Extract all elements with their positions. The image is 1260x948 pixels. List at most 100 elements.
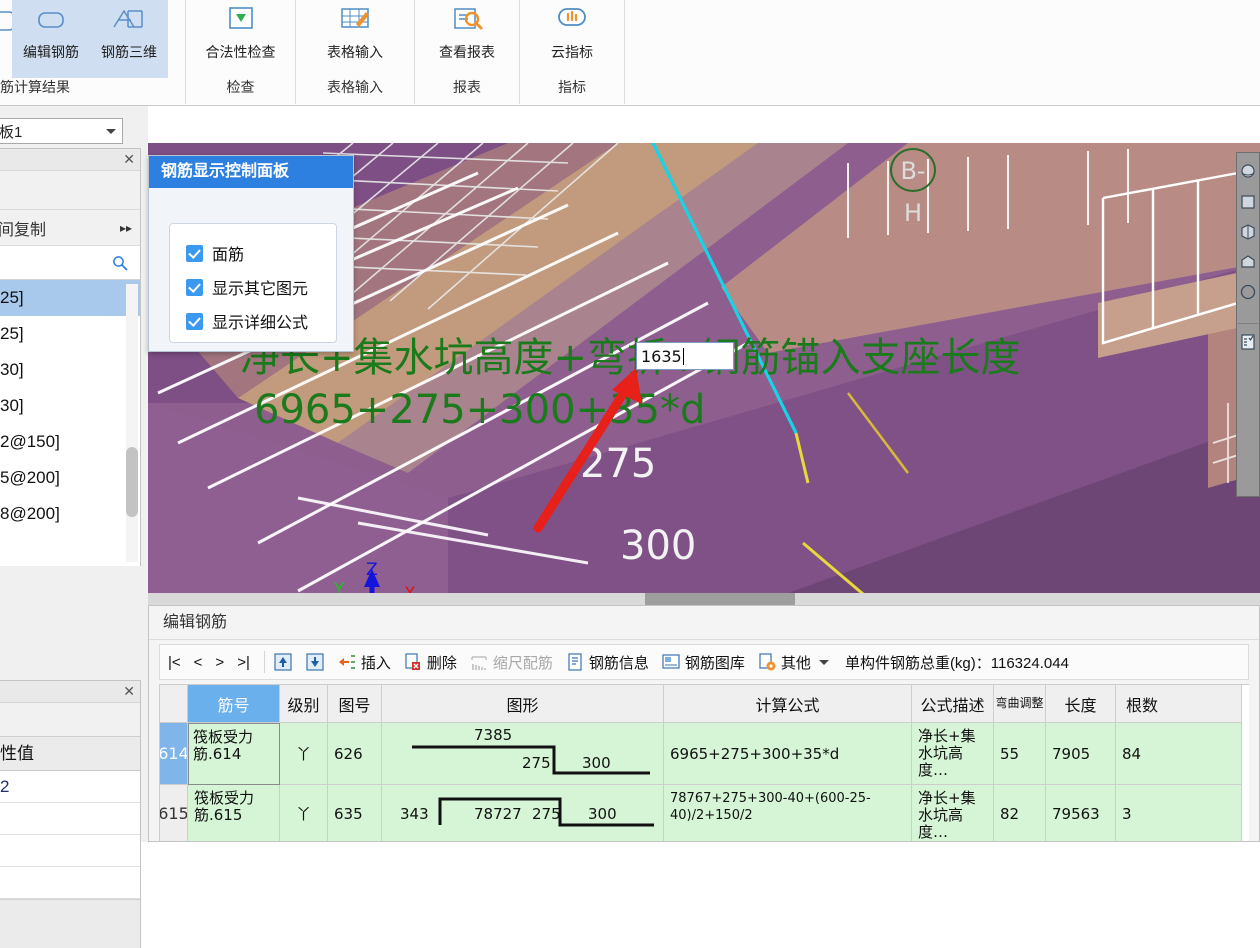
cell-diagram-number[interactable]: 635: [328, 785, 382, 841]
move-down-button[interactable]: [305, 652, 325, 672]
table-header-bend-adjust[interactable]: 弯曲调整: [994, 685, 1046, 723]
delete-button[interactable]: 删除: [403, 652, 457, 673]
cell-length[interactable]: 79563: [1046, 785, 1116, 841]
nav-list-item[interactable]: 25]: [0, 316, 140, 352]
ribbon-button-cloud-index[interactable]: 云指标: [522, 0, 622, 78]
table-header-formula[interactable]: 计算公式: [664, 685, 912, 723]
cell-calc-formula[interactable]: 6965+275+300+35*d: [664, 723, 912, 785]
table-header-count[interactable]: 根数: [1116, 685, 1242, 723]
search-icon[interactable]: [112, 255, 128, 271]
prev-record-button[interactable]: <: [194, 654, 203, 671]
ribbon-button-partial[interactable]: [0, 0, 16, 78]
cell-calc-formula[interactable]: 78767+275+300-40+(600-25-40)/2+150/2: [664, 785, 912, 841]
table-row[interactable]: 614 筏板受力筋.614 丫 626 7385 275 300 6965+27…: [160, 723, 1249, 785]
first-record-button[interactable]: |<: [168, 654, 181, 671]
delete-icon[interactable]: [403, 652, 423, 672]
cell-formula-description[interactable]: 净长+集水坑高度…: [912, 723, 994, 785]
ribbon-button-table-input[interactable]: 表格输入: [305, 0, 405, 78]
table-header-formula-description[interactable]: 公式描述: [912, 685, 994, 723]
property-row[interactable]: [0, 835, 140, 867]
checklist-icon[interactable]: [1238, 323, 1258, 353]
nav-item-list[interactable]: 25] 25] 30] 30] 2@150] 5@200] 8@200]: [0, 280, 140, 566]
table-header-diagram-number[interactable]: 图号: [328, 685, 382, 723]
checkbox-checked-icon[interactable]: [186, 278, 203, 296]
cell-grade[interactable]: 丫: [280, 785, 328, 841]
property-row[interactable]: [0, 867, 140, 899]
other-icon[interactable]: [757, 652, 777, 672]
property-panel-toolbar: [0, 704, 140, 737]
cell-bend-adjust[interactable]: 55: [994, 723, 1046, 785]
cell-formula-description[interactable]: 净长+集水坑高度…: [912, 785, 994, 841]
nav-list-scrollbar[interactable]: [126, 284, 138, 562]
ribbon-button-view-report[interactable]: 查看报表: [417, 0, 517, 78]
move-up-icon[interactable]: [273, 652, 293, 672]
dimension-value-input[interactable]: 1635: [636, 342, 734, 370]
checkbox-checked-icon[interactable]: [186, 244, 203, 262]
rebar-table[interactable]: 筋号 级别 图号 图形 计算公式 公式描述 弯曲调整 长度 根数 614 筏板受…: [159, 684, 1249, 841]
rebar-info-button[interactable]: 钢筋信息: [565, 652, 649, 673]
insert-icon[interactable]: [337, 652, 357, 672]
checkbox-checked-icon[interactable]: [186, 312, 203, 330]
close-icon[interactable]: ✕: [123, 151, 135, 167]
table-header-rebar-number[interactable]: 筋号: [188, 685, 280, 723]
checkbox-row-mianjin[interactable]: 面筋: [186, 236, 336, 270]
move-up-button[interactable]: [273, 652, 293, 672]
property-row[interactable]: 2: [0, 771, 140, 803]
nav-list-item[interactable]: 30]: [0, 388, 140, 424]
close-icon[interactable]: ✕: [123, 683, 135, 699]
cell-count[interactable]: 3: [1116, 785, 1242, 841]
record-nav-buttons[interactable]: |< < > >|: [168, 654, 256, 671]
nav-list-item[interactable]: 5@200]: [0, 460, 140, 496]
ribbon-button-edit-rebar[interactable]: 编辑钢筋: [12, 0, 90, 78]
nav-list-item[interactable]: 2@150]: [0, 424, 140, 460]
cell-diagram-number[interactable]: 626: [328, 723, 382, 785]
double-chevron-right-icon[interactable]: ▸▸: [120, 221, 132, 235]
floor-copy-row[interactable]: 层间复制 ▸▸: [0, 210, 140, 246]
top-view-icon[interactable]: [1238, 247, 1258, 277]
orbit-icon[interactable]: [1238, 157, 1258, 187]
table-header-length[interactable]: 长度: [1046, 685, 1116, 723]
property-row[interactable]: [0, 803, 140, 835]
chevron-down-icon[interactable]: [818, 659, 829, 665]
checkbox-row-show-other-elements[interactable]: 显示其它图元: [186, 270, 336, 304]
iso-view-icon[interactable]: [1238, 217, 1258, 247]
scale-rebar-button[interactable]: 缩尺配筋: [469, 652, 553, 673]
rebar-info-icon[interactable]: [565, 652, 585, 672]
cell-shape-diagram[interactable]: 7385 275 300: [382, 723, 664, 785]
row-index[interactable]: 615: [160, 785, 188, 841]
move-down-icon[interactable]: [305, 652, 325, 672]
cell-grade[interactable]: 丫: [280, 723, 328, 785]
checkbox-row-show-detail-formula[interactable]: 显示详细公式: [186, 304, 336, 338]
table-header-shape[interactable]: 图形: [382, 685, 664, 723]
cell-shape-diagram[interactable]: 343 78727 275 300: [382, 785, 664, 841]
circle-select-icon[interactable]: [1238, 277, 1258, 307]
cell-rebar-number[interactable]: 筏板受力筋.615: [188, 785, 280, 841]
nav-list-item[interactable]: 8@200]: [0, 496, 140, 532]
table-row[interactable]: 615 筏板受力筋.615 丫 635 343 78727 275 300 78…: [160, 785, 1249, 841]
last-record-button[interactable]: >|: [237, 654, 250, 671]
table-header-index[interactable]: [160, 685, 188, 723]
other-button[interactable]: 其他: [757, 652, 829, 673]
ribbon-button-rebar-3d[interactable]: 钢筋三维: [90, 0, 168, 78]
nav-list-scrollbar-thumb[interactable]: [126, 447, 138, 517]
row-index[interactable]: 614: [160, 723, 188, 785]
front-view-icon[interactable]: [1238, 187, 1258, 217]
nav-list-item[interactable]: 30]: [0, 352, 140, 388]
cell-count[interactable]: 84: [1116, 723, 1242, 785]
view-tool-sidebar[interactable]: [1236, 152, 1260, 497]
viewport-scrollbar-thumb[interactable]: [645, 593, 795, 605]
cell-length[interactable]: 7905: [1046, 723, 1116, 785]
insert-button[interactable]: 插入: [337, 652, 391, 673]
nav-search-row[interactable]: [0, 246, 140, 280]
nav-list-item[interactable]: 25]: [0, 280, 140, 316]
floor-select-dropdown[interactable]: 层筏板1: [0, 118, 123, 144]
rebar-library-icon[interactable]: [661, 652, 681, 672]
next-record-button[interactable]: >: [215, 654, 224, 671]
rebar-display-control-panel[interactable]: 钢筋显示控制面板 面筋 显示其它图元 显示详细公式: [148, 155, 354, 352]
cell-rebar-number[interactable]: 筏板受力筋.614: [188, 723, 280, 785]
cell-bend-adjust[interactable]: 82: [994, 785, 1046, 841]
ribbon-button-legality-check[interactable]: 合法性检查: [191, 0, 291, 78]
table-header-grade[interactable]: 级别: [280, 685, 328, 723]
rebar-library-button[interactable]: 钢筋图库: [661, 652, 745, 673]
svg-text:343: 343: [400, 805, 429, 823]
